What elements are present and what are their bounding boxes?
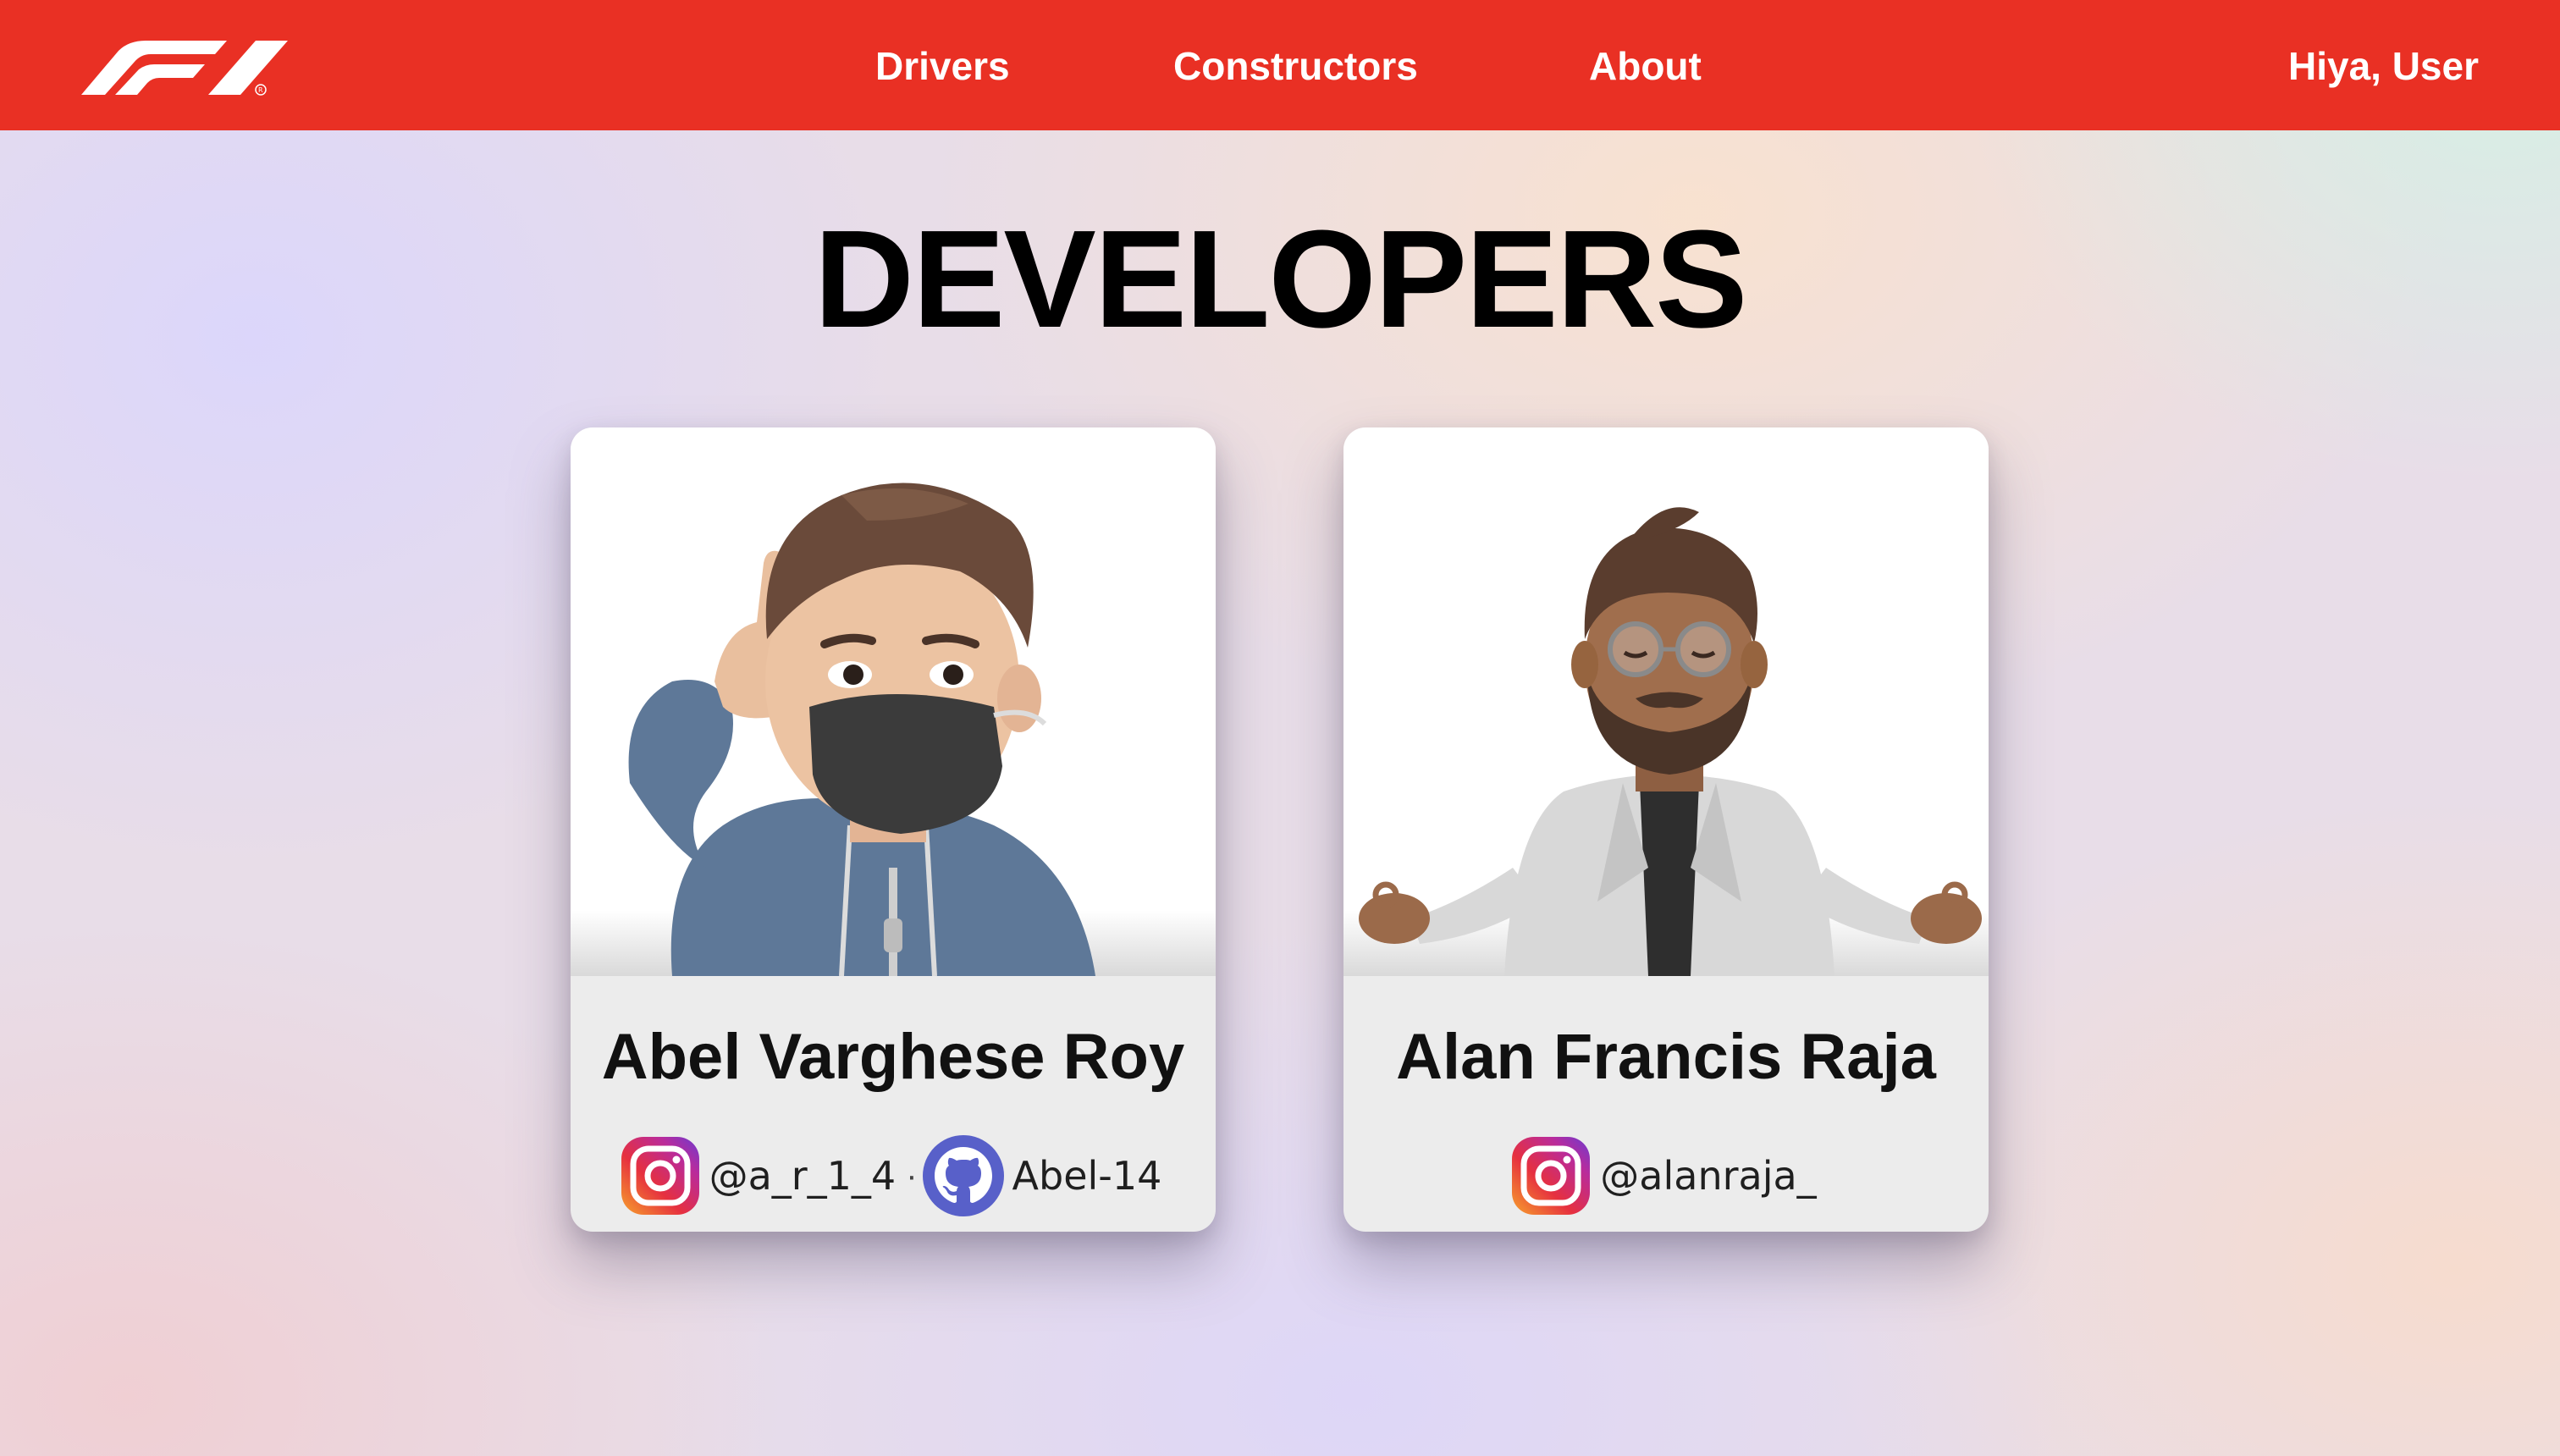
social-links: @alanraja_: [1343, 1132, 1989, 1220]
developer-avatar: [1343, 427, 1989, 976]
navbar: R Drivers Constructors About Hiya, User: [0, 0, 2560, 130]
github-icon: [922, 1135, 1004, 1216]
developer-card: Alan Francis Raja @alanraja_: [1343, 427, 1989, 1232]
github-link[interactable]: Abel-14: [921, 1133, 1169, 1218]
f1-logo-icon[interactable]: R: [81, 39, 293, 97]
developer-name: Alan Francis Raja: [1396, 1021, 1936, 1093]
developer-avatar: [571, 427, 1216, 976]
developer-card: Abel Varghese Roy @a_r_1_4 · Abel-14: [571, 427, 1216, 1232]
instagram-handle: @a_r_1_4: [709, 1153, 897, 1199]
github-handle: Abel-14: [1012, 1153, 1162, 1199]
svg-text:R: R: [258, 86, 263, 94]
page-title: DEVELOPERS: [814, 201, 1748, 356]
nav-link-about[interactable]: About: [1589, 41, 1702, 91]
separator-dot: ·: [906, 1156, 918, 1194]
user-greeting[interactable]: Hiya, User: [2288, 41, 2479, 91]
nav-link-constructors[interactable]: Constructors: [1173, 41, 1418, 91]
instagram-link[interactable]: @alanraja_: [1509, 1133, 1823, 1218]
instagram-icon: [621, 1137, 699, 1215]
memoji-masked-boy-icon: [628, 483, 1095, 976]
instagram-icon: [1512, 1137, 1591, 1215]
memoji-bearded-man-icon: [1359, 507, 1982, 976]
instagram-link[interactable]: @a_r_1_4: [618, 1133, 903, 1218]
nav-link-drivers[interactable]: Drivers: [875, 41, 1010, 91]
instagram-handle: @alanraja_: [1600, 1153, 1817, 1199]
developer-name: Abel Varghese Roy: [601, 1021, 1185, 1093]
social-links: @a_r_1_4 · Abel-14: [571, 1132, 1216, 1220]
